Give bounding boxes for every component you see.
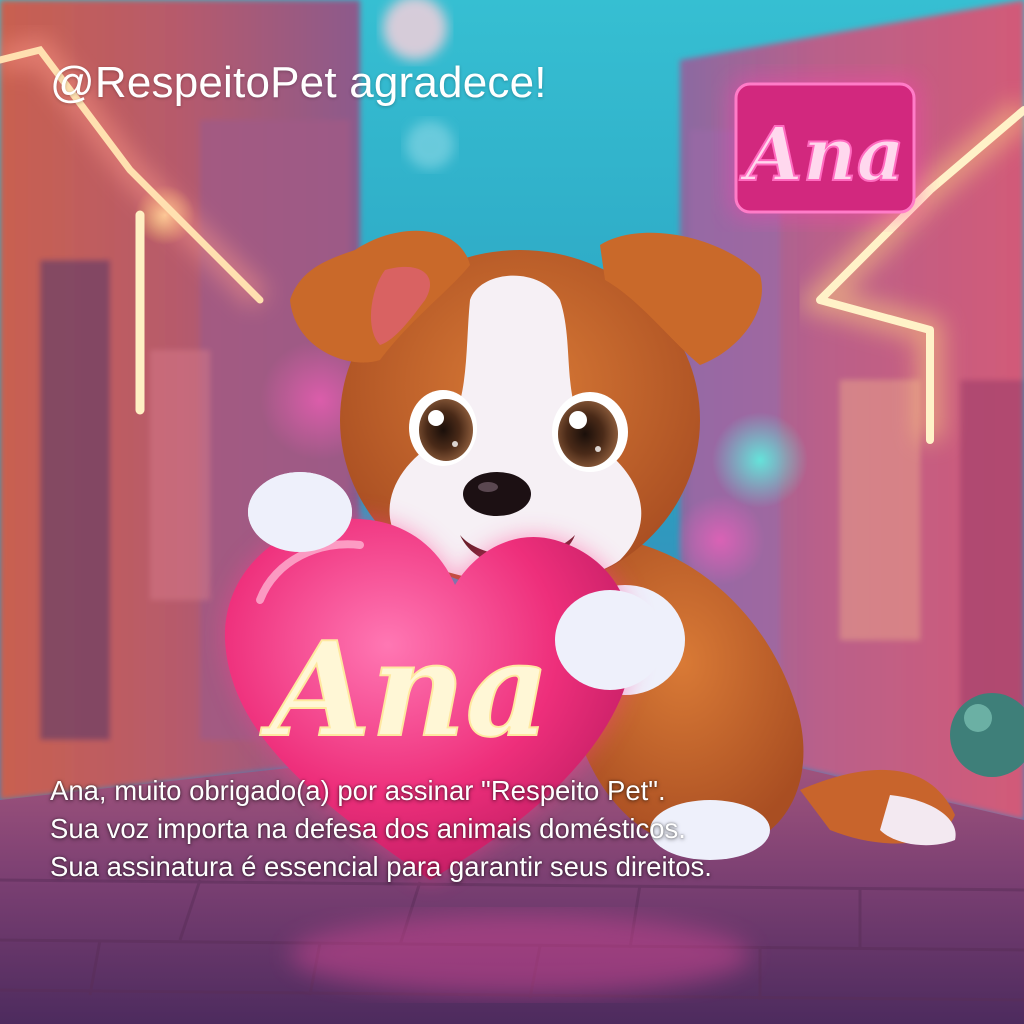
- puppy-eye-right: [552, 392, 628, 472]
- puppy-paw-over-heart: [248, 472, 352, 552]
- page-title: @RespeitoPet agradece!: [50, 58, 547, 107]
- heart-reflection: [290, 915, 750, 995]
- heart-text: Ana: [259, 613, 550, 766]
- bokeh-light: [406, 121, 454, 169]
- neon-sign-text: Ana: [739, 112, 904, 198]
- puppy-eye-left: [409, 390, 477, 466]
- bokeh-light: [712, 412, 808, 508]
- message-line: Ana, muito obrigado(a) por assinar "Resp…: [50, 775, 666, 806]
- neon-sign: Ana: [730, 78, 920, 218]
- message-line: Sua assinatura é essencial para garantir…: [50, 851, 712, 882]
- message-line: Sua voz importa na defesa dos animais do…: [50, 813, 686, 844]
- puppy-nose: [463, 472, 531, 516]
- puppy-paw-over-heart-right: [555, 590, 665, 690]
- thank-you-message: Ana, muito obrigado(a) por assinar "Resp…: [50, 772, 712, 886]
